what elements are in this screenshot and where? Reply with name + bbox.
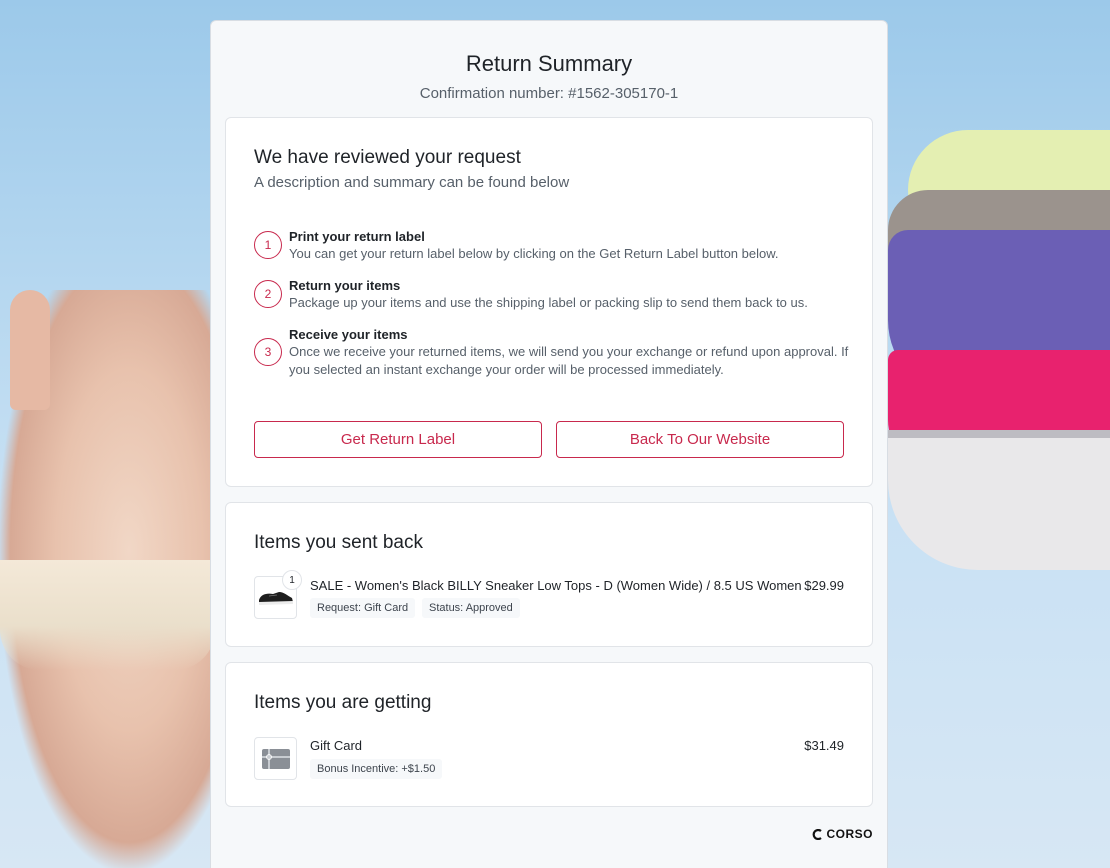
review-description: A description and summary can be found b… xyxy=(254,174,570,191)
background-shoes-right xyxy=(888,0,1110,868)
step-text: Once we receive your returned items, we … xyxy=(289,344,849,377)
step-number: 3 xyxy=(254,338,282,366)
items-sent-card: Items you sent back 1 SALE - Women's Bla… xyxy=(225,502,873,647)
step-number: 1 xyxy=(254,231,282,259)
return-summary-panel: Return Summary Confirmation number: #156… xyxy=(210,20,888,868)
gift-card-price: $31.49 xyxy=(804,738,844,753)
step-body: Return your items Package up your items … xyxy=(289,277,849,312)
review-title: We have reviewed your request xyxy=(254,147,521,168)
background-shoe-left-sole xyxy=(0,560,215,670)
step-title: Print your return label xyxy=(289,229,425,244)
page-title: Return Summary xyxy=(465,51,633,76)
status-badge: Status: Approved xyxy=(422,598,520,618)
item-name: SALE - Women's Black BILLY Sneaker Low T… xyxy=(310,578,802,593)
confirmation-number: Confirmation number: #1562-305170-1 xyxy=(419,85,679,102)
get-return-label-button[interactable]: Get Return Label xyxy=(254,421,542,458)
item-price: $29.99 xyxy=(804,578,844,593)
gift-card-icon xyxy=(261,748,290,769)
step-title: Receive your items xyxy=(289,327,408,342)
brand-name: CORSO xyxy=(826,827,873,841)
corso-logo-icon xyxy=(813,828,823,840)
page-header: Return Summary Confirmation number: #156… xyxy=(211,21,887,103)
step-number: 2 xyxy=(254,280,282,308)
item-quantity-badge: 1 xyxy=(282,570,302,590)
items-sent-title: Items you sent back xyxy=(254,532,423,553)
sneaker-icon xyxy=(258,591,293,605)
corso-logo: CORSO xyxy=(812,827,873,841)
step-text: You can get your return label below by c… xyxy=(289,246,779,261)
step-title: Return your items xyxy=(289,278,401,293)
step-body: Print your return label You can get your… xyxy=(289,228,849,263)
background-shoe-left-tab xyxy=(10,290,50,410)
step-text: Package up your items and use the shippi… xyxy=(289,295,808,310)
review-card: We have reviewed your request A descript… xyxy=(225,117,873,487)
back-to-website-button[interactable]: Back To Our Website xyxy=(556,421,844,458)
gift-card-thumbnail xyxy=(254,737,297,780)
step-body: Receive your items Once we receive your … xyxy=(289,326,849,379)
bonus-incentive-tag: Bonus Incentive: +$1.50 xyxy=(310,759,443,779)
gift-card-name: Gift Card xyxy=(310,738,363,753)
request-tag: Request: Gift Card xyxy=(310,598,416,618)
background-shoe-white xyxy=(888,430,1110,570)
items-getting-title: Items you are getting xyxy=(254,692,432,713)
items-getting-card: Items you are getting Gift Card $31.49 B… xyxy=(225,662,873,807)
